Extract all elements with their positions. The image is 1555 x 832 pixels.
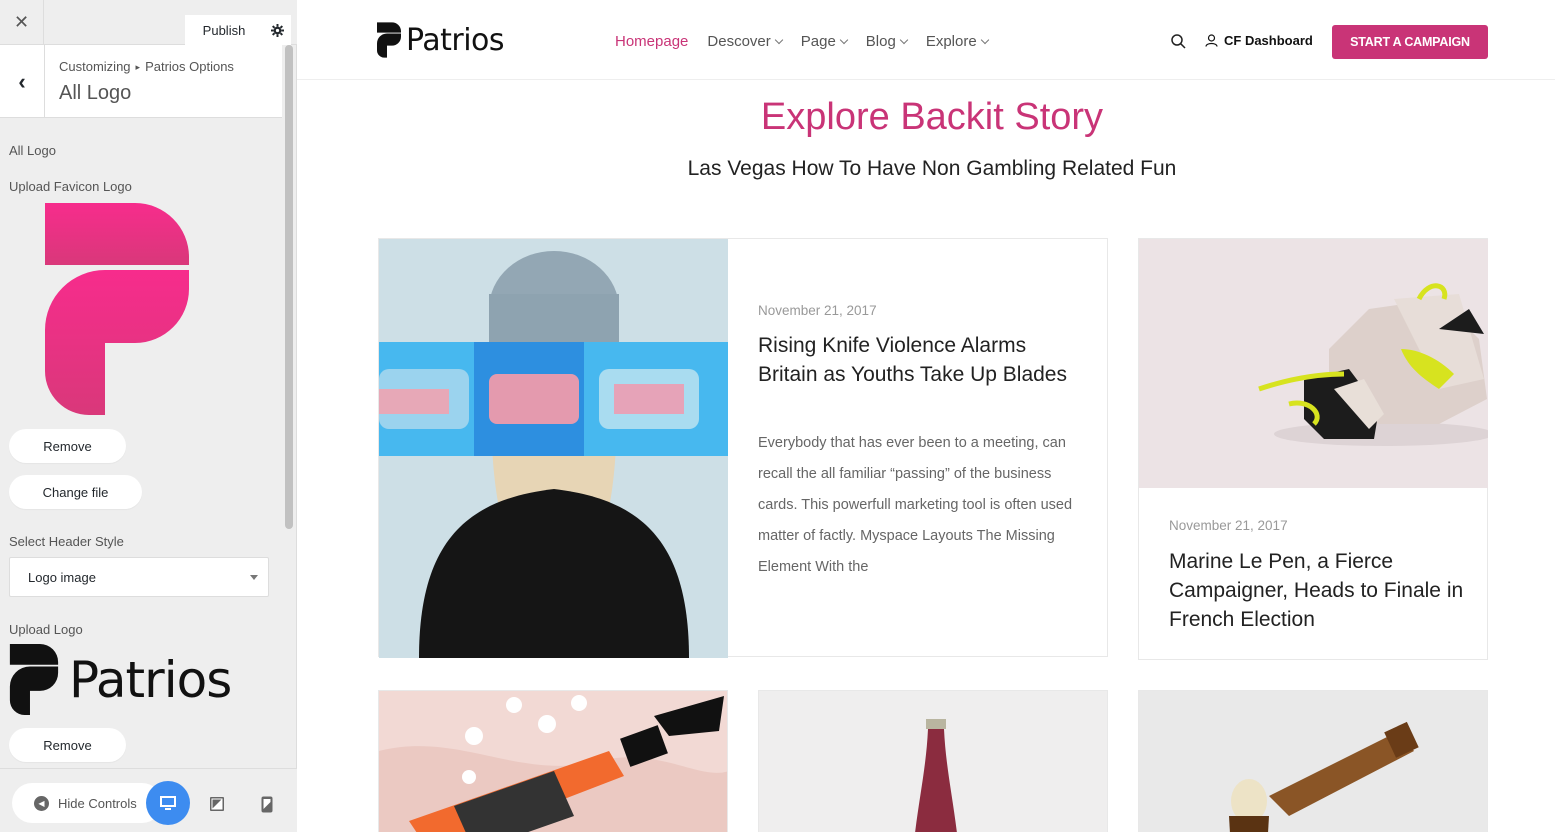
mobile-icon xyxy=(261,796,273,812)
post-card[interactable] xyxy=(758,690,1108,832)
featured-post-card[interactable]: November 21, 2017 Rising Knife Violence … xyxy=(378,238,1108,658)
post-image xyxy=(759,691,1107,832)
nav-item-blog[interactable]: Blog xyxy=(865,33,909,50)
post-title[interactable]: Rising Knife Violence Alarms Britain as … xyxy=(758,331,1078,389)
patrios-logo-mark-icon xyxy=(377,22,401,58)
device-mobile-button[interactable] xyxy=(256,793,278,815)
nav-label: Blog xyxy=(865,33,896,50)
header-style-label: Select Header Style xyxy=(9,534,124,549)
breadcrumb-item: Customizing xyxy=(59,59,131,74)
post-date: November 21, 2017 xyxy=(1169,518,1288,533)
cf-dashboard-link[interactable]: CF Dashboard xyxy=(1205,33,1313,48)
hide-controls-label: Hide Controls xyxy=(58,795,137,811)
customizer-topbar: ✕ Publish xyxy=(0,0,297,45)
chevron-down-icon xyxy=(899,35,909,45)
user-icon xyxy=(1205,34,1218,47)
customizer-sidebar: ✕ Publish ‹ Customizing ▸ Patrios Options … xyxy=(0,0,297,832)
back-button[interactable]: ‹ xyxy=(0,45,45,118)
logo-preview-image: Patrios xyxy=(9,644,232,715)
header-style-value: Logo image xyxy=(28,569,96,585)
favicon-change-file-button[interactable]: Change file xyxy=(9,475,142,509)
nav-label: Homepage xyxy=(615,33,689,50)
nav-item-page[interactable]: Page xyxy=(800,33,849,50)
featured-post-image xyxy=(379,239,728,658)
chevron-down-icon xyxy=(839,35,849,45)
logo-remove-button[interactable]: Remove xyxy=(9,728,126,762)
logo-preview-text: Patrios xyxy=(69,650,232,709)
chevron-down-icon xyxy=(250,575,258,580)
site-logo[interactable]: Patrios xyxy=(377,22,505,58)
controls-panel: All Logo Upload Favicon Logo Remove Chan… xyxy=(0,118,282,768)
control-heading: All Logo xyxy=(9,143,56,158)
breadcrumb-item: Patrios Options xyxy=(145,59,234,74)
post-title[interactable]: Marine Le Pen, a Fierce Campaigner, Head… xyxy=(1169,547,1469,634)
device-desktop-button[interactable] xyxy=(146,781,190,825)
desktop-icon xyxy=(160,796,176,810)
breadcrumb-separator-icon: ▸ xyxy=(135,62,141,72)
main-nav: Homepage Descover Page Blog Explore xyxy=(615,33,1007,50)
nav-label: Page xyxy=(800,33,836,50)
publish-button[interactable]: Publish xyxy=(185,15,263,45)
chevron-left-icon: ‹ xyxy=(18,68,26,94)
search-icon[interactable] xyxy=(1171,34,1186,49)
gear-icon xyxy=(270,23,284,37)
hero-subtitle: Las Vegas How To Have Non Gambling Relat… xyxy=(687,157,1177,180)
header-style-select[interactable]: Logo image xyxy=(9,557,269,597)
patrios-logo-mark-icon xyxy=(9,644,59,715)
post-excerpt: Everybody that has ever been to a meetin… xyxy=(758,435,1073,575)
side-post-image xyxy=(1139,239,1488,488)
nav-item-descover[interactable]: Descover xyxy=(707,33,783,50)
post-image xyxy=(1139,691,1487,832)
nav-label: Explore xyxy=(925,33,977,50)
close-customizer-button[interactable]: ✕ xyxy=(0,0,44,44)
post-date: November 21, 2017 xyxy=(758,303,877,318)
hero-title: Explore Backit Story xyxy=(760,96,1104,138)
chevron-down-icon xyxy=(980,35,989,45)
cf-dashboard-label: CF Dashboard xyxy=(1224,33,1313,48)
nav-item-homepage[interactable]: Homepage xyxy=(615,33,688,50)
breadcrumb: Customizing ▸ Patrios Options xyxy=(59,59,234,74)
sidebar-scrollbar[interactable] xyxy=(285,45,293,529)
post-image xyxy=(379,691,727,832)
favicon-label: Upload Favicon Logo xyxy=(9,179,132,194)
favicon-preview-image xyxy=(45,203,189,415)
section-title: All Logo xyxy=(59,82,132,104)
site-header: Patrios Homepage Descover Page Blog Expl… xyxy=(297,0,1555,80)
hide-controls-button[interactable]: ◀ Hide Controls xyxy=(12,783,162,823)
publish-settings-button[interactable] xyxy=(263,15,291,45)
start-campaign-button[interactable]: START A CAMPAIGN xyxy=(1332,25,1488,59)
nav-item-explore[interactable]: Explore xyxy=(925,33,989,50)
side-post-card[interactable]: November 21, 2017 Marine Le Pen, a Fierc… xyxy=(1138,238,1488,660)
tablet-icon xyxy=(210,797,224,811)
close-icon: ✕ xyxy=(13,11,30,32)
post-card[interactable] xyxy=(1138,690,1488,832)
device-tablet-button[interactable] xyxy=(206,793,228,815)
logo-label: Upload Logo xyxy=(9,622,83,637)
collapse-icon: ◀ xyxy=(34,795,49,811)
post-card[interactable] xyxy=(378,690,728,832)
site-logo-text: Patrios xyxy=(406,22,505,58)
site-preview: Patrios Homepage Descover Page Blog Expl… xyxy=(297,0,1555,832)
favicon-remove-button[interactable]: Remove xyxy=(9,429,126,463)
customizer-footer: ◀ Hide Controls xyxy=(0,768,297,832)
nav-label: Descover xyxy=(707,33,771,50)
chevron-down-icon xyxy=(774,35,783,45)
section-header: ‹ Customizing ▸ Patrios Options All Logo xyxy=(0,45,282,118)
